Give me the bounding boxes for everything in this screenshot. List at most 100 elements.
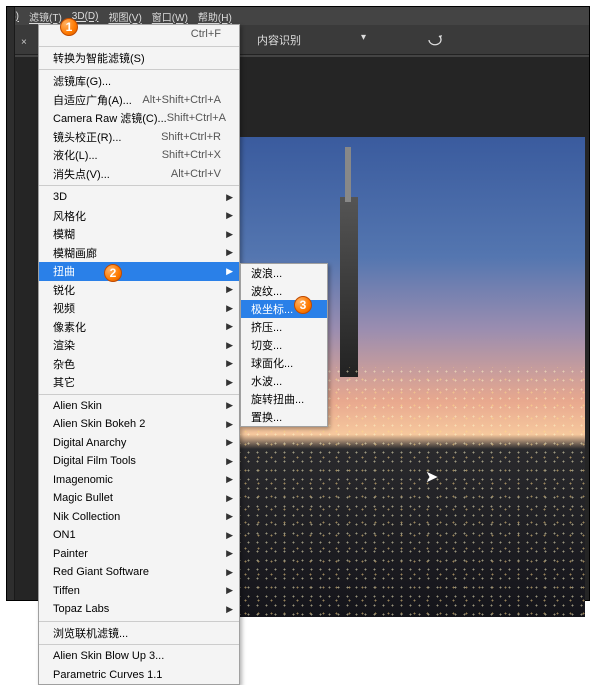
menu-sec3-3-label: Digital Film Tools bbox=[53, 455, 221, 467]
menu-sec1-3-shortcut: Shift+Ctrl+R bbox=[161, 131, 221, 143]
submenu-item-6-label: 水波... bbox=[251, 373, 282, 389]
menu-sec1-5-shortcut: Alt+Ctrl+V bbox=[171, 168, 221, 180]
menu-sec3-11[interactable]: Topaz Labs▶ bbox=[39, 600, 239, 619]
menu-sec2-10[interactable]: 其它▶ bbox=[39, 373, 239, 392]
menu-sec2-0[interactable]: 3D▶ bbox=[39, 188, 239, 207]
menu-sec2-5[interactable]: 锐化▶ bbox=[39, 281, 239, 300]
submenu-item-4-label: 切变... bbox=[251, 337, 282, 353]
submenu-arrow-icon: ▶ bbox=[226, 192, 233, 203]
submenu-arrow-icon: ▶ bbox=[226, 548, 233, 559]
submenu-arrow-icon: ▶ bbox=[226, 456, 233, 467]
submenu-arrow-icon: ▶ bbox=[226, 229, 233, 240]
menu-sec2-4-label: 扭曲 bbox=[53, 263, 221, 279]
menu-sec2-8-label: 渲染 bbox=[53, 337, 221, 353]
menu-sec2-8[interactable]: 渲染 ▶ bbox=[39, 336, 239, 355]
tool-strip bbox=[7, 7, 15, 600]
menu-sec3-1[interactable]: Alien Skin Bokeh 2▶ bbox=[39, 415, 239, 434]
options-dropdown-icon[interactable]: ▾ bbox=[361, 32, 371, 48]
submenu-item-8[interactable]: 置换... bbox=[241, 408, 327, 426]
menu-sec3-4[interactable]: Imagenomic▶ bbox=[39, 471, 239, 490]
menu-sec3-10[interactable]: Tiffen▶ bbox=[39, 582, 239, 601]
menu-sec3-2[interactable]: Digital Anarchy▶ bbox=[39, 434, 239, 453]
submenu-item-2[interactable]: 极坐标... bbox=[241, 300, 327, 318]
menu-sec1-5[interactable]: 消失点(V)...Alt+Ctrl+V bbox=[39, 165, 239, 184]
menu-sec4-1[interactable]: Parametric Curves 1.1 bbox=[39, 666, 239, 685]
submenu-arrow-icon: ▶ bbox=[226, 247, 233, 258]
menu-sec2-3-label: 模糊画廊 bbox=[53, 245, 221, 261]
menu-sec1-1[interactable]: 自适应广角(A)...Alt+Shift+Ctrl+A bbox=[39, 91, 239, 110]
submenu-arrow-icon: ▶ bbox=[226, 585, 233, 596]
menu-sec3-0[interactable]: Alien Skin▶ bbox=[39, 397, 239, 416]
menu-window[interactable]: 窗口(W) bbox=[152, 9, 188, 24]
distort-submenu: 波浪... 波纹... 极坐标... 挤压... 切变... 球面化... 水波... 旋转扭… bbox=[240, 263, 328, 427]
menu-sec2-2[interactable]: 模糊 ▶ bbox=[39, 225, 239, 244]
submenu-arrow-icon: ▶ bbox=[226, 266, 233, 277]
menu-sec3-0-label: Alien Skin bbox=[53, 400, 221, 412]
menu-sec1-2[interactable]: Camera Raw 滤镜(C)...Shift+Ctrl+A bbox=[39, 109, 239, 128]
submenu-arrow-icon: ▶ bbox=[226, 377, 233, 388]
menu-sec3-7[interactable]: ON1 ▶ bbox=[39, 526, 239, 545]
menu-sec4-1-label: Parametric Curves 1.1 bbox=[53, 669, 221, 681]
menu-sec2-2-label: 模糊 bbox=[53, 226, 221, 242]
submenu-item-0-label: 波浪... bbox=[251, 265, 282, 281]
menu-sec2-1[interactable]: 风格化▶ bbox=[39, 207, 239, 226]
menu-sec2-4[interactable]: 扭曲 ▶ bbox=[39, 262, 239, 281]
menu-sec1-0[interactable]: 滤镜库(G)... bbox=[39, 72, 239, 91]
submenu-item-5-label: 球面化... bbox=[251, 355, 293, 371]
menu-sec2-6[interactable]: 视频▶ bbox=[39, 299, 239, 318]
browse-label: 浏览联机滤镜... bbox=[53, 625, 221, 641]
menu-convert-smart[interactable]: 转换为智能滤镜(S) bbox=[39, 49, 239, 68]
submenu-item-1[interactable]: 波纹... bbox=[241, 282, 327, 300]
submenu-arrow-icon: ▶ bbox=[226, 437, 233, 448]
menu-sec2-5-label: 锐化 bbox=[53, 282, 221, 298]
menu-sec3-5[interactable]: Magic Bullet▶ bbox=[39, 489, 239, 508]
menu-sec3-9[interactable]: Red Giant Software▶ bbox=[39, 563, 239, 582]
menu-sec4-0[interactable]: Alien Skin Blow Up 3... bbox=[39, 647, 239, 666]
tab-close[interactable]: × bbox=[21, 37, 31, 51]
menu-help[interactable]: 帮助(H) bbox=[198, 9, 232, 24]
menu-sec1-1-shortcut: Alt+Shift+Ctrl+A bbox=[142, 94, 221, 106]
menu-sec1-2-shortcut: Shift+Ctrl+A bbox=[167, 112, 226, 124]
submenu-item-7-label: 旋转扭曲... bbox=[251, 391, 304, 407]
undo-icon[interactable] bbox=[421, 32, 451, 48]
menu-sec2-9-label: 杂色 bbox=[53, 356, 221, 372]
menu-sec1-3[interactable]: 镜头校正(R)...Shift+Ctrl+R bbox=[39, 128, 239, 147]
submenu-arrow-icon: ▶ bbox=[226, 419, 233, 430]
submenu-item-3-label: 挤压... bbox=[251, 319, 282, 335]
submenu-item-4[interactable]: 切变... bbox=[241, 336, 327, 354]
submenu-item-1-label: 波纹... bbox=[251, 283, 282, 299]
callout-badge-3: 3 bbox=[294, 296, 312, 314]
menu-sec3-6[interactable]: Nik Collection▶ bbox=[39, 508, 239, 527]
submenu-item-7[interactable]: 旋转扭曲... bbox=[241, 390, 327, 408]
submenu-item-0[interactable]: 波浪... bbox=[241, 264, 327, 282]
submenu-arrow-icon: ▶ bbox=[226, 358, 233, 369]
menu-sec1-4-label: 液化(L)... bbox=[53, 147, 162, 163]
menu-view[interactable]: 视图(V) bbox=[108, 9, 141, 24]
submenu-item-2-label: 极坐标... bbox=[251, 301, 293, 317]
submenu-item-6[interactable]: 水波... bbox=[241, 372, 327, 390]
menu-sec3-7-label: ON1 bbox=[53, 529, 221, 541]
menu-sec3-3[interactable]: Digital Film Tools ▶ bbox=[39, 452, 239, 471]
menu-sec4-0-label: Alien Skin Blow Up 3... bbox=[53, 650, 221, 662]
submenu-arrow-icon: ▶ bbox=[226, 340, 233, 351]
menu-sec3-8-label: Painter bbox=[53, 548, 221, 560]
menu-sec3-5-label: Magic Bullet bbox=[53, 492, 221, 504]
menu-browse-online[interactable]: 浏览联机滤镜... bbox=[39, 624, 239, 643]
submenu-item-3[interactable]: 挤压... bbox=[241, 318, 327, 336]
menu-sec1-5-label: 消失点(V)... bbox=[53, 166, 171, 182]
menu-sec1-4[interactable]: 液化(L)...Shift+Ctrl+X bbox=[39, 146, 239, 165]
callout-badge-2: 2 bbox=[104, 264, 122, 282]
convert-label: 转换为智能滤镜(S) bbox=[53, 50, 221, 66]
submenu-arrow-icon: ▶ bbox=[226, 530, 233, 541]
menu-sec2-3[interactable]: 模糊画廊 ▶ bbox=[39, 244, 239, 263]
submenu-arrow-icon: ▶ bbox=[226, 474, 233, 485]
menu-sec1-4-shortcut: Shift+Ctrl+X bbox=[162, 149, 221, 161]
menu-sec2-7-label: 像素化 bbox=[53, 319, 221, 335]
menu-sec3-8[interactable]: Painter ▶ bbox=[39, 545, 239, 564]
submenu-item-5[interactable]: 球面化... bbox=[241, 354, 327, 372]
menu-sec1-0-label: 滤镜库(G)... bbox=[53, 73, 221, 89]
menu-sec2-9[interactable]: 杂色 ▶ bbox=[39, 355, 239, 374]
menu-sec2-7[interactable]: 像素化▶ bbox=[39, 318, 239, 337]
menu-3d[interactable]: 3D(D) bbox=[72, 11, 99, 22]
menu-filter[interactable]: 滤镜(T) bbox=[29, 9, 62, 24]
